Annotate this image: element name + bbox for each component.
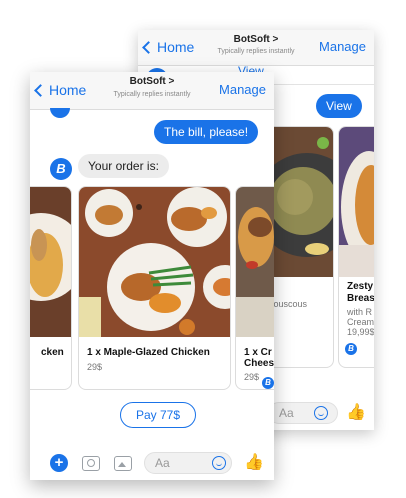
back-thumbs-up-icon[interactable]: 👍 xyxy=(346,402,366,422)
plus-icon[interactable]: + xyxy=(50,454,68,472)
back-card-zesty[interactable]: Zesty Breas with R Cream 19,99$ B xyxy=(338,126,374,368)
camera-icon[interactable] xyxy=(82,456,100,471)
right-card-title: 1 x Cr xyxy=(244,347,272,358)
back-navbar: Home BotSoft > Typically replies instant… xyxy=(138,30,374,66)
maple-chicken-food-image xyxy=(79,187,230,337)
front-bot-avatar-partial xyxy=(50,108,70,118)
right-card-price: 29$ xyxy=(244,372,260,382)
gallery-icon[interactable] xyxy=(114,456,132,471)
front-navbar: Home BotSoft > Typically replies instant… xyxy=(30,72,274,110)
thumbs-up-icon[interactable]: 👍 xyxy=(244,452,264,472)
back-card-bot-badge: B xyxy=(345,343,357,355)
user-message-bubble: The bill, please! xyxy=(154,120,259,144)
front-composer: + Aa 👍 xyxy=(30,446,274,480)
right-card-title-line2: Chees xyxy=(244,358,274,369)
back-card-zesty-subtitle-line2: Cream xyxy=(347,317,374,327)
left-card-food-image xyxy=(30,187,71,337)
back-card-zesty-title: Zesty xyxy=(347,281,374,292)
front-phone-screen: Home BotSoft > Typically replies instant… xyxy=(30,72,274,480)
back-emoji-icon[interactable] xyxy=(314,406,328,420)
order-card-right[interactable]: 1 x Cr Chees 29$ B xyxy=(235,186,274,390)
back-card-zesty-subtitle: with R xyxy=(347,307,373,317)
order-card-left-title: cken xyxy=(41,347,64,358)
right-card-food-image xyxy=(236,187,274,337)
zesty-chicken-food-image xyxy=(339,127,374,277)
back-card-zesty-title-line2: Breas xyxy=(347,293,374,304)
front-manage-button[interactable]: Manage xyxy=(219,82,266,97)
bot-message-bubble: Your order is: xyxy=(78,154,169,178)
back-view-button[interactable]: View xyxy=(316,94,362,118)
back-card-zesty-price: 19,99$ xyxy=(347,327,374,337)
maple-chicken-price: 29$ xyxy=(87,362,103,372)
pay-button[interactable]: Pay 77$ xyxy=(120,402,196,428)
back-manage-button[interactable]: Manage xyxy=(319,39,366,54)
bot-avatar: B xyxy=(50,158,72,180)
maple-chicken-title: 1 x Maple-Glazed Chicken xyxy=(87,347,210,358)
right-card-bot-badge: B xyxy=(262,377,274,389)
order-card-left[interactable]: cken xyxy=(30,186,72,390)
emoji-icon[interactable] xyxy=(212,456,226,470)
order-card-maple-glazed-chicken[interactable]: 1 x Maple-Glazed Chicken 29$ xyxy=(78,186,231,390)
